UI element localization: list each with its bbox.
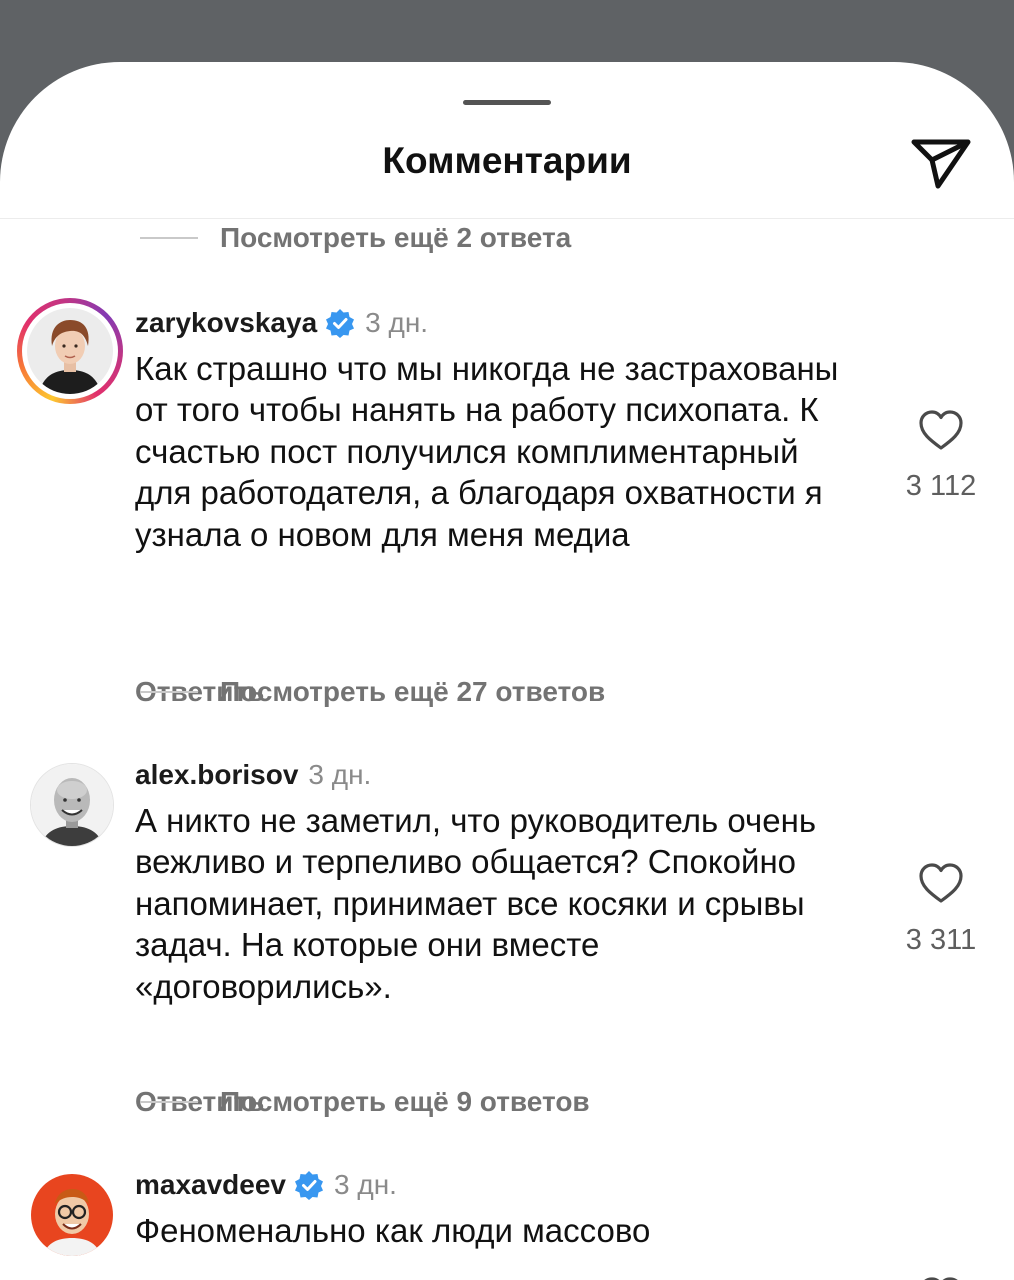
- heart-outline-icon[interactable]: [918, 862, 964, 904]
- username[interactable]: zarykovskaya: [135, 307, 317, 339]
- heart-outline-icon[interactable]: [918, 409, 964, 451]
- view-more-replies[interactable]: Посмотреть ещё 27 ответов: [140, 672, 605, 712]
- avatar-photo: [30, 763, 114, 847]
- verified-badge-icon: [326, 309, 355, 338]
- avatar[interactable]: [17, 750, 123, 856]
- username[interactable]: alex.borisov: [135, 759, 298, 791]
- view-more-replies-label: Посмотреть ещё 2 ответа: [220, 222, 572, 253]
- view-more-replies[interactable]: Посмотреть ещё 2 ответа: [140, 218, 571, 258]
- sheet-grabber[interactable]: [463, 100, 551, 105]
- comment-text: Как страшно что мы никогда не застрахова…: [135, 350, 839, 553]
- sheet-title: Комментарии: [382, 140, 632, 181]
- comment-item: zarykovskaya 3 дн. Как страшно что мы ни…: [0, 298, 1014, 707]
- comment-meta: zarykovskaya 3 дн.: [135, 303, 428, 343]
- avatar[interactable]: [17, 298, 123, 404]
- avatar-photo: [30, 1173, 114, 1257]
- comment-time: 3 дн.: [308, 759, 372, 790]
- like-count: 3 311: [905, 924, 977, 956]
- comment-meta: alex.borisov 3 дн.: [135, 755, 371, 795]
- comment-meta: maxavdeev 3 дн.: [135, 1165, 397, 1205]
- comment-time: 3 дн.: [334, 1169, 397, 1200]
- comment-item: alex.borisov 3 дн. А никто не заметил, ч…: [0, 750, 1014, 1117]
- like-count: 3 112: [905, 470, 977, 502]
- heart-outline-icon[interactable]: [918, 1276, 964, 1280]
- send-paper-plane-icon: [911, 139, 971, 189]
- thread-line: [140, 1101, 198, 1103]
- view-more-replies[interactable]: Посмотреть ещё 9 ответов: [140, 1082, 590, 1122]
- view-more-replies-label: Посмотреть ещё 9 ответов: [220, 1086, 590, 1117]
- verified-badge-icon: [295, 1171, 324, 1200]
- thread-line: [140, 237, 198, 239]
- comment-text: Феноменально как люди массово: [135, 1212, 651, 1249]
- comments-sheet: Комментарии Посмотреть ещё 2 ответа zary…: [0, 62, 1014, 1280]
- username[interactable]: maxavdeev: [135, 1169, 286, 1201]
- comment-time: 3 дн.: [365, 307, 429, 338]
- view-more-replies-label: Посмотреть ещё 27 ответов: [220, 676, 606, 707]
- share-button[interactable]: [908, 134, 974, 192]
- comment-item: maxavdeev 3 дн. Феноменально как люди ма…: [0, 1160, 1014, 1280]
- comment-text: А никто не заметил, что руководитель оче…: [135, 802, 817, 1005]
- thread-line: [140, 691, 198, 693]
- avatar[interactable]: [17, 1160, 123, 1266]
- avatar-photo: [27, 308, 113, 394]
